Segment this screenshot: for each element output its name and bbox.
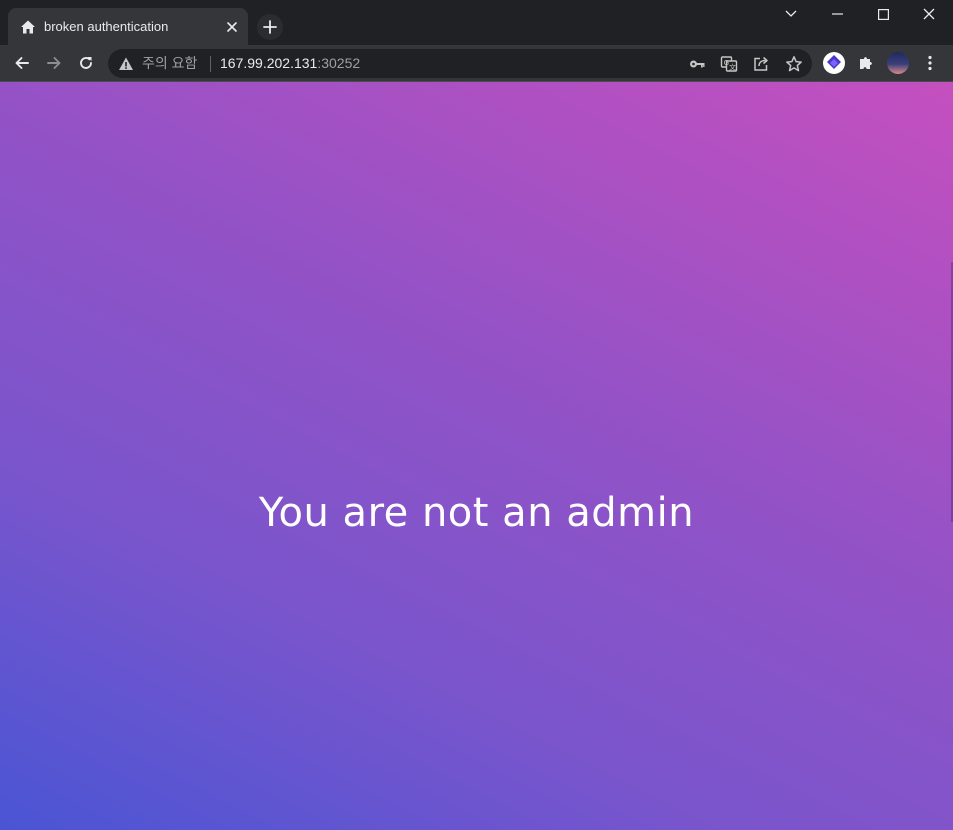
tab-search-button[interactable] (768, 0, 814, 28)
avatar (887, 52, 909, 74)
admin-denied-message: You are not an admin (258, 490, 695, 536)
chevron-down-icon (785, 10, 797, 17)
back-button[interactable] (8, 49, 36, 77)
minimize-icon (831, 13, 843, 15)
reload-icon (80, 57, 92, 69)
profile-button[interactable] (884, 49, 912, 77)
extension-button[interactable] (820, 49, 848, 77)
minimize-button[interactable] (814, 0, 860, 28)
maximize-button[interactable] (860, 0, 906, 28)
extensions-menu-button[interactable] (852, 49, 880, 77)
home-icon (20, 19, 36, 35)
browser-toolbar: 주의 요함 167.99.202.131:30252 G 文 (0, 45, 953, 82)
close-tab-icon[interactable] (222, 17, 242, 37)
warning-triangle-icon[interactable] (118, 56, 134, 72)
omnibox-divider (210, 56, 211, 72)
url-text[interactable]: 167.99.202.131:30252 (220, 55, 360, 72)
close-icon (923, 8, 935, 20)
star-icon[interactable] (783, 53, 805, 75)
url-port: :30252 (317, 55, 361, 71)
reload-button[interactable] (72, 49, 100, 77)
tab-strip: broken authentication (0, 0, 953, 45)
new-tab-button[interactable] (257, 14, 283, 40)
translate-icon[interactable]: G 文 (718, 53, 740, 75)
maximize-icon (877, 8, 889, 20)
puzzle-icon (860, 57, 872, 69)
share-icon[interactable] (750, 53, 772, 75)
key-icon[interactable] (686, 53, 708, 75)
kebab-menu-icon (928, 55, 932, 71)
url-host: 167.99.202.131 (220, 55, 318, 71)
security-warning-text[interactable]: 주의 요함 (142, 55, 197, 72)
arrow-left-icon (15, 57, 29, 69)
page-viewport: You are not an admin (0, 82, 953, 830)
forward-button[interactable] (40, 49, 68, 77)
extension-logo-icon (823, 52, 845, 74)
browser-menu-button[interactable] (916, 49, 944, 77)
active-tab[interactable]: broken authentication (8, 8, 248, 45)
address-bar[interactable]: 주의 요함 167.99.202.131:30252 G 文 (108, 49, 812, 78)
close-window-button[interactable] (906, 0, 952, 28)
tab-title: broken authentication (44, 19, 169, 34)
arrow-right-icon (47, 57, 61, 69)
svg-text:文: 文 (729, 63, 736, 72)
